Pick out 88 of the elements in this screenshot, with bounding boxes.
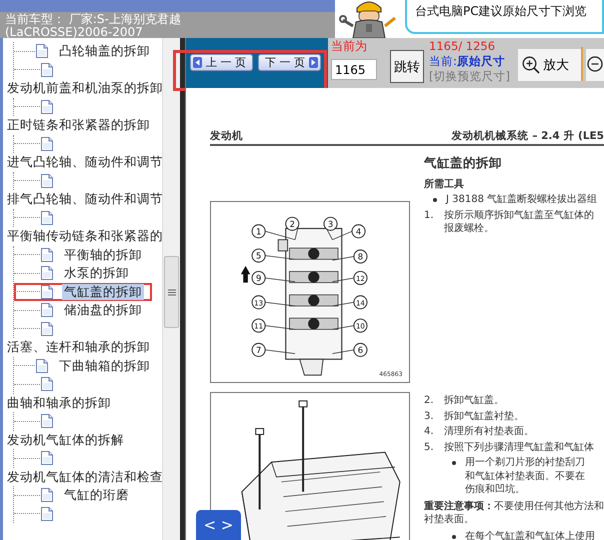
bullet-icon [452, 534, 456, 538]
tree-item[interactable]: 发动机气缸体的拆解 [3, 430, 162, 449]
leader-line [264, 350, 296, 354]
leader-line [264, 255, 296, 260]
tree-item[interactable]: 水泵的拆卸 [62, 265, 131, 282]
callout-label: 1 [252, 224, 266, 238]
tree-item[interactable]: 发动机气缸体的清洁和检查 [3, 468, 162, 486]
zoom-out-icon [586, 56, 604, 74]
text-line: 报废螺栓。 [444, 222, 495, 236]
tools-heading: 所需工具 [424, 178, 465, 191]
tree-item[interactable]: 排气凸轮轴、随动件和调节 [3, 190, 162, 208]
section-title: 气缸盖的拆卸 [424, 156, 503, 170]
previous-page-button[interactable]: 上 一 页 [190, 54, 253, 71]
vehicle-model-text: 当前车型： 厂家:S-上海别克君越(LaCROSSE)2006-2007 [5, 13, 182, 38]
tree-item[interactable]: 正时链条和张紧器的拆卸 [3, 116, 162, 134]
tree-item[interactable]: 平衡轴的拆卸 [62, 246, 144, 263]
callout-label: 3 [324, 216, 338, 231]
text-line: 按照下列步骤清理气缸盖和气缸体 [444, 440, 594, 454]
page-count: 1165/ 1256 [429, 39, 496, 54]
document-icon [40, 487, 54, 504]
jump-button[interactable]: 跳转 [390, 50, 424, 83]
document-icon [40, 265, 54, 282]
bullet-icon [452, 461, 456, 465]
callout-label: 9 [252, 270, 266, 285]
zoom-out-button[interactable] [586, 49, 604, 81]
callout-label: 7 [252, 342, 266, 357]
text-line: 重要注意事项：不要使用任何其他方法和 [424, 500, 604, 513]
tree-item[interactable]: 发动机前盖和机油泵的拆卸 [3, 79, 162, 98]
tree-item[interactable]: 平衡轴传动链条和张紧器的 [3, 227, 162, 246]
step-number: 1. [424, 208, 435, 222]
tree-item[interactable]: 活塞、连杆和轴承的拆卸 [3, 338, 162, 356]
callout-label: 6 [353, 342, 368, 357]
scrollbar-thumb[interactable] [164, 256, 179, 328]
text-line: 在每个气缸盖和气缸体上使用 [465, 530, 595, 540]
chapter-heading: 发动机机械系统 – 2.4 升 (LE5 [452, 129, 604, 143]
callout-label: 4 [352, 224, 366, 238]
leader-line [332, 302, 354, 306]
leader-line [264, 278, 296, 282]
page-nav-button[interactable]: < > [196, 510, 241, 540]
document-icon [40, 302, 54, 318]
leader-line [332, 278, 354, 282]
callout-label: 5 [252, 248, 266, 263]
tree-item[interactable]: 储油盘的拆卸 [62, 302, 144, 318]
text-line: 拆卸气缸盖衬垫。 [444, 410, 524, 423]
text-line: 按所示顺序拆卸气缸盖至气缸体的 [444, 208, 594, 222]
tree-item[interactable]: 下曲轴箱的拆卸 [57, 358, 152, 374]
bullet-icon [433, 198, 437, 202]
zoom-in-icon [522, 56, 540, 74]
tree-item[interactable]: 凸轮轴盖的拆卸 [57, 43, 152, 60]
page-number-field[interactable]: 1165 [331, 59, 377, 80]
scrollbar[interactable] [162, 38, 180, 540]
leader-line [264, 302, 296, 306]
zoom-in-button[interactable]: 放大 [518, 49, 581, 81]
document-icon [35, 358, 50, 374]
text-line: 用一个剃刀片形的衬垫刮刀 [465, 456, 585, 470]
section-heading: 发动机 [210, 129, 243, 143]
tree-item[interactable]: 进气凸轮轴、随动件和调节 [3, 153, 162, 172]
text-line: 衬垫表面。 [424, 513, 475, 526]
document-icon [35, 43, 50, 60]
next-page-button[interactable]: 下 一 页 [258, 54, 321, 71]
page-label: 当前为 [331, 40, 368, 52]
tree-item[interactable]: 气缸的珩磨 [62, 487, 131, 504]
direction-arrow [240, 266, 250, 283]
document-icon [40, 246, 54, 263]
mechanic-drawing [339, 0, 399, 38]
text-line: 清理所有衬垫表面。 [444, 425, 534, 438]
step-number: 3. [424, 410, 435, 423]
leader-line [332, 256, 354, 261]
leader-line [264, 325, 296, 330]
grip-icon [168, 288, 176, 296]
callout-label: 8 [353, 250, 368, 264]
size-mode-text: 当前:原始尺寸 [429, 54, 506, 69]
text-line: 伤痕和凹坑。 [465, 483, 526, 496]
tree-item[interactable]: 曲轴和轴承的拆卸 [3, 394, 162, 412]
leader-line [332, 325, 354, 330]
text-line: 和气缸体衬垫表面。不要在 [465, 470, 585, 483]
step-number: 5. [424, 440, 435, 454]
text-line: J 38188 气缸盖断裂螺栓拔出器组 [446, 193, 598, 206]
tip-text: 台式电脑PC建议原始尺寸下浏览 [405, 0, 604, 34]
text-line: 拆卸气缸盖。 [444, 394, 504, 408]
arrow-left-icon [193, 57, 202, 68]
callout-label: 2 [285, 216, 300, 231]
arrow-right-icon [309, 57, 318, 68]
document-icon [40, 284, 54, 300]
tree-item[interactable]: 气缸盖的拆卸 [62, 284, 144, 300]
step-number: 2. [424, 394, 435, 408]
step-number: 4. [424, 425, 435, 438]
leader-line [332, 350, 354, 354]
